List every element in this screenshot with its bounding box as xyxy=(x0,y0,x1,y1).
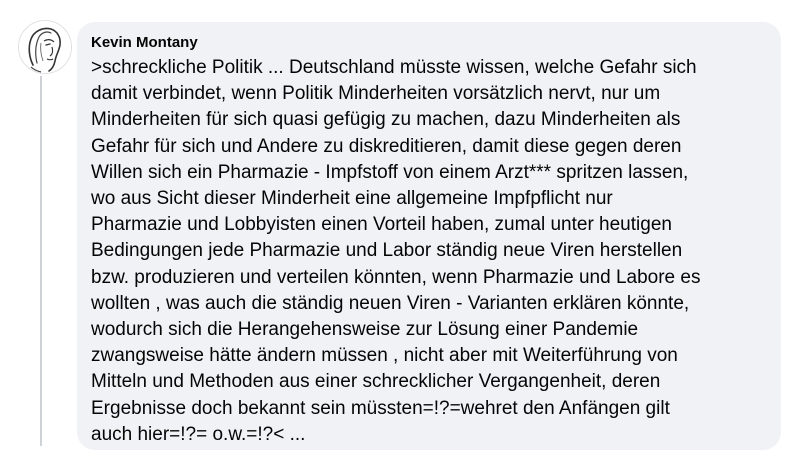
comment-text: >schreckliche Politik ... Deutschland mü… xyxy=(91,57,701,445)
comment-author[interactable]: Kevin Montany xyxy=(91,32,767,54)
thread-line xyxy=(40,76,42,446)
sketched-face-profile-icon xyxy=(19,21,71,73)
comment-bubble: Kevin Montany >schreckliche Politik ... … xyxy=(77,22,781,450)
avatar[interactable] xyxy=(18,20,72,74)
